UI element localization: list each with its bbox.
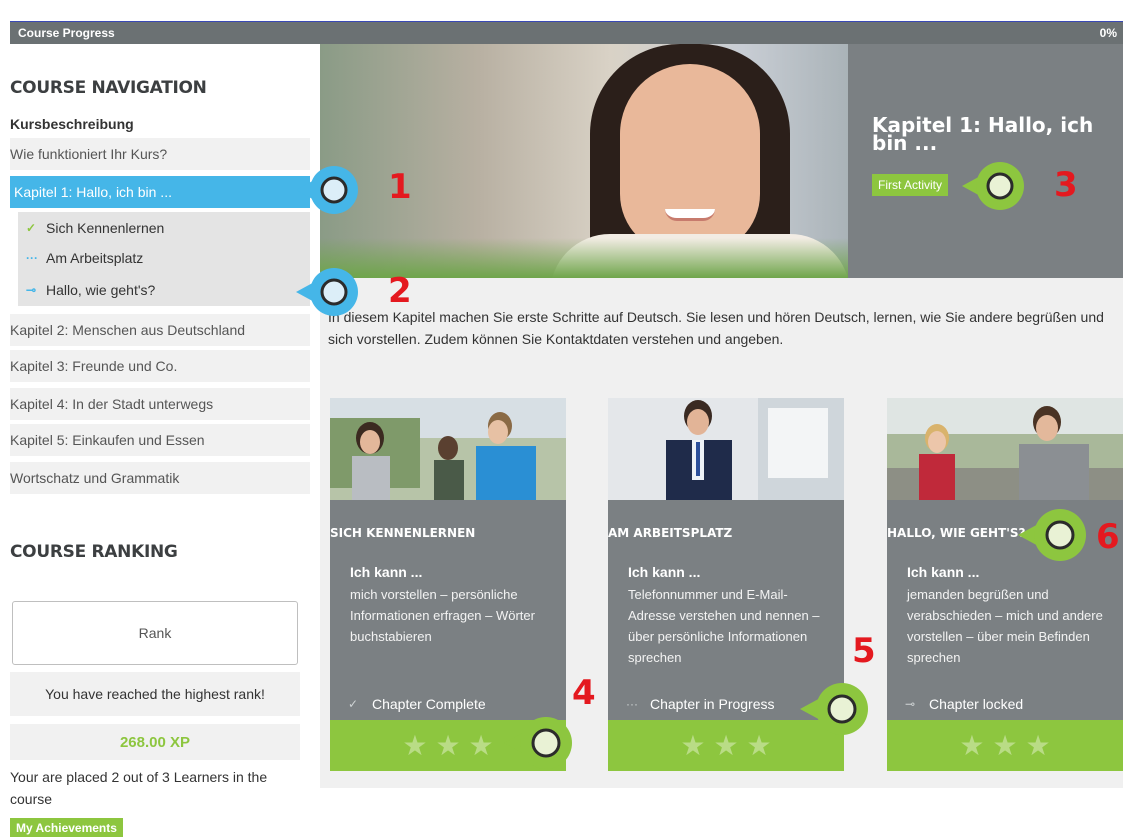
lesson-image <box>330 398 566 500</box>
marker-number-6: 6 <box>1096 517 1120 557</box>
lesson-description: Telefonnummer und E-Mail-Adresse versteh… <box>628 587 820 665</box>
star-icon: ★ <box>959 729 985 761</box>
lesson-card-hallo-wie-gehts[interactable]: HALLO, WIE GEHT'S? Ich kann ... jemanden… <box>887 398 1123 771</box>
check-icon: ✓ <box>348 697 359 711</box>
my-achievements-button[interactable]: My Achievements <box>10 818 123 837</box>
sidebar-item-label: Hallo, wie geht's? <box>46 282 156 298</box>
first-activity-button[interactable]: First Activity <box>872 174 949 196</box>
lesson-status: ✓ Chapter Complete <box>348 696 486 712</box>
sidebar-subitem-am-arbeitsplatz[interactable]: ··· Am Arbeitsplatz <box>18 242 310 276</box>
marker-pin-6 <box>1018 509 1086 561</box>
lesson-title: HALLO, WIE GEHT'S? <box>887 526 1026 540</box>
sidebar-item-wie-funktioniert[interactable]: Wie funktioniert Ihr Kurs? <box>10 138 310 172</box>
marker-number-1: 1 <box>388 167 412 207</box>
sidebar-item-label: Kapitel 3: Freunde und Co. <box>10 358 178 374</box>
lesson-title: AM ARBEITSPLATZ <box>608 526 733 540</box>
rank-message: You have reached the highest rank! <box>10 672 300 716</box>
lesson-title: SICH KENNENLERNEN <box>330 526 476 540</box>
sidebar-item-label: Am Arbeitsplatz <box>46 250 144 266</box>
sidebar-item-label: Wortschatz und Grammatik <box>10 470 180 486</box>
course-navigation-heading: COURSE NAVIGATION <box>10 78 207 98</box>
star-icon: ★ <box>402 729 428 761</box>
marker-pin-4 <box>504 717 572 769</box>
lesson-image <box>887 398 1123 500</box>
key-icon: ⊸ <box>905 697 916 711</box>
lesson-status: ⊸ Chapter locked <box>905 696 1023 712</box>
star-icon: ★ <box>992 729 1018 761</box>
sidebar-item-kapitel-2[interactable]: Kapitel 2: Menschen aus Deutschland <box>10 314 310 348</box>
key-icon: ⊸ <box>26 283 37 297</box>
star-icon: ★ <box>680 729 706 761</box>
lesson-description: mich vorstellen – persönliche Informatio… <box>350 587 535 644</box>
marker-pin-1 <box>296 166 358 214</box>
lesson-rating: ★ ★ ★ <box>887 720 1123 771</box>
marker-number-4: 4 <box>572 673 596 713</box>
marker-pin-2 <box>296 268 358 316</box>
marker-pin-3 <box>962 162 1024 210</box>
marker-number-3: 3 <box>1054 165 1078 205</box>
star-icon: ★ <box>1025 729 1051 761</box>
lesson-status-label: Chapter Complete <box>372 696 486 712</box>
rank-box: Rank <box>12 601 298 665</box>
sidebar-item-kapitel-3[interactable]: Kapitel 3: Freunde und Co. <box>10 350 310 384</box>
sidebar-item-label: Sich Kennenlernen <box>46 220 165 236</box>
xp-value: 268.00 XP <box>10 724 300 760</box>
progress-percent: 0% <box>1099 26 1117 40</box>
sidebar-subitem-hallo-wie-gehts[interactable]: ⊸ Hallo, wie geht's? <box>18 274 310 308</box>
course-ranking-heading: COURSE RANKING <box>10 542 178 562</box>
sidebar-item-kapitel-5[interactable]: Kapitel 5: Einkaufen und Essen <box>10 424 310 458</box>
star-icon: ★ <box>435 729 461 761</box>
star-icon: ★ <box>713 729 739 761</box>
sidebar-item-label: Kapitel 5: Einkaufen und Essen <box>10 432 205 448</box>
chapter-intro-text: In diesem Kapitel machen Sie erste Schri… <box>328 309 1104 347</box>
in-progress-icon: ··· <box>626 697 638 711</box>
sidebar-item-wortschatz[interactable]: Wortschatz und Grammatik <box>10 462 310 496</box>
marker-number-2: 2 <box>388 271 412 311</box>
sidebar-item-label: Kapitel 2: Menschen aus Deutschland <box>10 322 246 338</box>
star-icon: ★ <box>468 729 494 761</box>
course-progress-bar: Course Progress 0% <box>10 22 1123 44</box>
lesson-kann: Ich kann ... <box>907 564 980 580</box>
lesson-image <box>608 398 844 500</box>
sidebar-subitem-sich-kennenlernen[interactable]: ✓ Sich Kennenlernen <box>18 212 310 246</box>
check-icon: ✓ <box>26 221 37 235</box>
lesson-kann: Ich kann ... <box>628 564 701 580</box>
marker-number-5: 5 <box>852 631 876 671</box>
sidebar-item-label: Wie funktioniert Ihr Kurs? <box>10 146 168 162</box>
sidebar-item-label: Kapitel 1: Hallo, ich bin ... <box>14 184 172 200</box>
chapter-title: Kapitel 1: Hallo, ich bin ... <box>872 113 1094 155</box>
lesson-description: jemanden begrüßen und verabschieden – mi… <box>907 587 1103 665</box>
chapter-hero-image <box>320 44 848 278</box>
sidebar-item-kapitel-1[interactable]: Kapitel 1: Hallo, ich bin ... <box>10 176 310 210</box>
placement-text: Your are placed 2 out of 3 Learners in t… <box>10 769 268 807</box>
marker-pin-5 <box>800 683 868 735</box>
lesson-kann: Ich kann ... <box>350 564 423 580</box>
sidebar: COURSE NAVIGATION Kursbeschreibung Wie f… <box>10 44 310 837</box>
in-progress-icon: ··· <box>26 251 38 265</box>
rank-label: Rank <box>138 625 172 641</box>
sidebar-item-kapitel-4[interactable]: Kapitel 4: In der Stadt unterwegs <box>10 388 310 422</box>
lesson-status-label: Chapter in Progress <box>650 696 775 712</box>
lesson-status-label: Chapter locked <box>929 696 1024 712</box>
sidebar-item-label: Kapitel 4: In der Stadt unterwegs <box>10 396 214 412</box>
progress-title: Course Progress <box>18 26 115 40</box>
kursbeschreibung-link[interactable]: Kursbeschreibung <box>10 116 134 132</box>
star-icon: ★ <box>746 729 772 761</box>
lesson-status: ··· Chapter in Progress <box>626 696 775 712</box>
